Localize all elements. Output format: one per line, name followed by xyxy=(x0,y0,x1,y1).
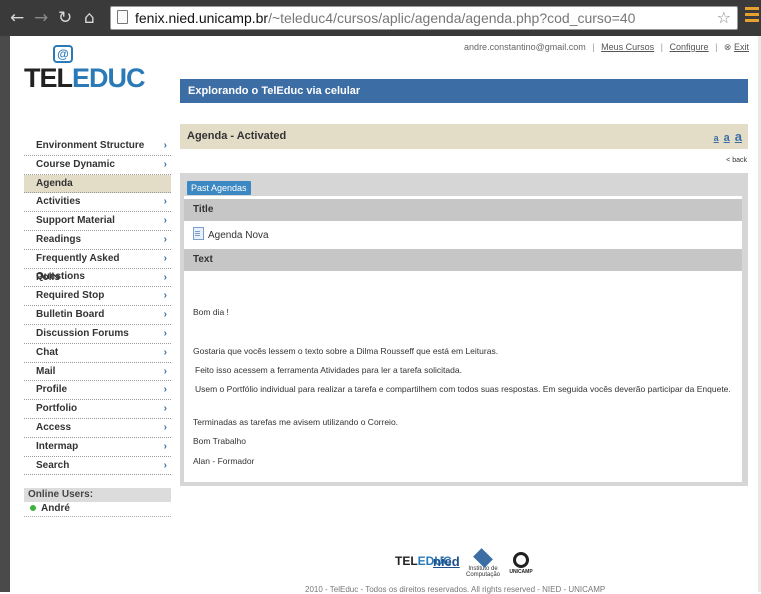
title-column-header: Title xyxy=(184,199,742,221)
sidebar-item-faq[interactable]: Frequently Asked Questions › xyxy=(24,250,171,282)
at-sign-icon: @ xyxy=(53,45,73,63)
chevron-right-icon: › xyxy=(163,403,167,415)
copyright-text: 2010 - TelEduc - Todos os direitos reser… xyxy=(305,585,606,594)
sidebar-item-profile[interactable]: Profile › xyxy=(24,381,171,401)
browser-toolbar: ← → ↻ ⌂ fenix.nied.unicamp.br/~teleduc4/… xyxy=(0,0,761,36)
sidebar-item-access[interactable]: Access › xyxy=(24,419,171,438)
chevron-right-icon: › xyxy=(163,384,167,396)
footer-ic-logo[interactable]: Instituto de Computação xyxy=(465,548,501,578)
online-users-header: Online Users: xyxy=(24,488,171,502)
user-links: andre.constantino@gmail.com | Meus Curso… xyxy=(464,42,749,52)
chevron-right-icon: › xyxy=(163,158,167,170)
section-header: Agenda - Activated aaa xyxy=(180,124,748,149)
chevron-right-icon: › xyxy=(163,196,167,208)
sidebar-item-discussion-forums[interactable]: Discussion Forums › xyxy=(24,325,171,344)
meus-cursos-link[interactable]: Meus Cursos xyxy=(601,42,654,52)
exit-icon[interactable]: ⊗ xyxy=(724,42,732,52)
sidebar-item-intermap[interactable]: Intermap › xyxy=(24,438,171,457)
sidebar-item-readings[interactable]: Readings › xyxy=(24,231,171,250)
chevron-right-icon: › xyxy=(163,346,167,358)
url-text[interactable]: fenix.nied.unicamp.br/~teleduc4/cursos/a… xyxy=(135,10,635,26)
reload-icon[interactable]: ↻ xyxy=(58,8,72,28)
online-status-icon xyxy=(30,505,36,512)
chevron-right-icon: › xyxy=(163,459,167,471)
agenda-paragraph: Usem o Portfólio individual para realiza… xyxy=(195,384,731,394)
sidebar-item-polls[interactable]: Polls › xyxy=(24,269,171,288)
sidebar-item-course-dynamic[interactable]: Course Dynamic › xyxy=(24,156,171,175)
chevron-right-icon: › xyxy=(163,215,167,227)
chevron-right-icon: › xyxy=(163,233,167,245)
footer-nied-logo[interactable]: nied xyxy=(433,554,460,569)
sidebar-item-activities[interactable]: Activities › xyxy=(24,193,171,213)
agenda-paragraph: Bom dia ! xyxy=(193,307,229,317)
footer-unicamp-logo[interactable]: UNICAMP xyxy=(507,552,535,575)
back-arrow-icon[interactable]: ← xyxy=(10,8,24,28)
online-users-panel: Online Users: André xyxy=(24,488,171,517)
agenda-title-item[interactable]: Agenda Nova xyxy=(193,227,269,241)
address-bar[interactable]: fenix.nied.unicamp.br/~teleduc4/cursos/a… xyxy=(110,6,738,30)
online-user-item[interactable]: André xyxy=(24,502,171,517)
course-title: Explorando o TelEduc via celular xyxy=(180,79,748,103)
chevron-right-icon: › xyxy=(163,290,167,302)
sidebar-item-environment-structure[interactable]: Environment Structure › xyxy=(24,137,171,156)
document-icon xyxy=(193,227,204,240)
footer-logos: TELEDUC nied Instituto de Computação UNI… xyxy=(395,548,555,580)
font-size-controls: aaa xyxy=(709,128,742,146)
font-medium-button[interactable]: a xyxy=(724,132,730,144)
home-icon[interactable]: ⌂ xyxy=(84,8,95,28)
agenda-paragraph: Alan - Formador xyxy=(193,456,255,466)
sidebar-item-chat[interactable]: Chat › xyxy=(24,344,171,363)
sidebar-item-search[interactable]: Search › xyxy=(24,457,171,476)
bookmark-star-icon[interactable]: ☆ xyxy=(717,8,731,27)
chevron-right-icon: › xyxy=(163,365,167,377)
chevron-right-icon: › xyxy=(163,252,167,264)
user-email: andre.constantino@gmail.com xyxy=(464,42,586,52)
tool-menu: Environment Structure › Course Dynamic › A… xyxy=(24,137,171,476)
logo-wordmark: TELEDUC xyxy=(24,63,146,93)
text-column-header: Text xyxy=(184,249,742,271)
sidebar-item-support-material[interactable]: Support Material › xyxy=(24,212,171,231)
sidebar-item-bulletin-board[interactable]: Bulletin Board › xyxy=(24,306,171,325)
chevron-right-icon: › xyxy=(163,271,167,283)
agenda-name[interactable]: Agenda Nova xyxy=(208,230,269,241)
sidebar-item-mail[interactable]: Mail › xyxy=(24,363,171,382)
page-icon xyxy=(117,10,128,24)
past-agendas-button[interactable]: Past Agendas xyxy=(187,181,251,195)
exit-link[interactable]: Exit xyxy=(734,42,749,52)
back-link[interactable]: < back xyxy=(726,157,747,164)
font-large-button[interactable]: a xyxy=(735,129,742,144)
chevron-right-icon: › xyxy=(163,327,167,339)
chevron-right-icon: › xyxy=(163,421,167,433)
page-title: Agenda - Activated xyxy=(187,130,287,142)
browser-menu-icon[interactable] xyxy=(745,7,759,25)
agenda-paragraph: Bom Trabalho xyxy=(193,436,246,446)
window-frame xyxy=(0,36,10,592)
chevron-right-icon: › xyxy=(163,309,167,321)
chevron-right-icon: › xyxy=(163,440,167,452)
forward-arrow-icon[interactable]: → xyxy=(34,8,48,28)
agenda-paragraph: Feito isso acessem a ferramenta Atividad… xyxy=(195,365,462,375)
teleduc-logo[interactable]: @ TELEDUC xyxy=(24,45,146,95)
sidebar-item-agenda[interactable]: Agenda xyxy=(24,174,171,194)
chevron-right-icon: › xyxy=(163,140,167,151)
configure-link[interactable]: Configure xyxy=(670,42,709,52)
sidebar-item-required-stop[interactable]: Required Stop › xyxy=(24,287,171,307)
font-small-button[interactable]: a xyxy=(714,133,719,143)
agenda-paragraph: Gostaria que vocês lessem o texto sobre … xyxy=(193,346,499,356)
sidebar-item-portfolio[interactable]: Portfolio › xyxy=(24,400,171,419)
agenda-paragraph: Terminadas as tarefas me avisem utilizan… xyxy=(193,417,399,427)
